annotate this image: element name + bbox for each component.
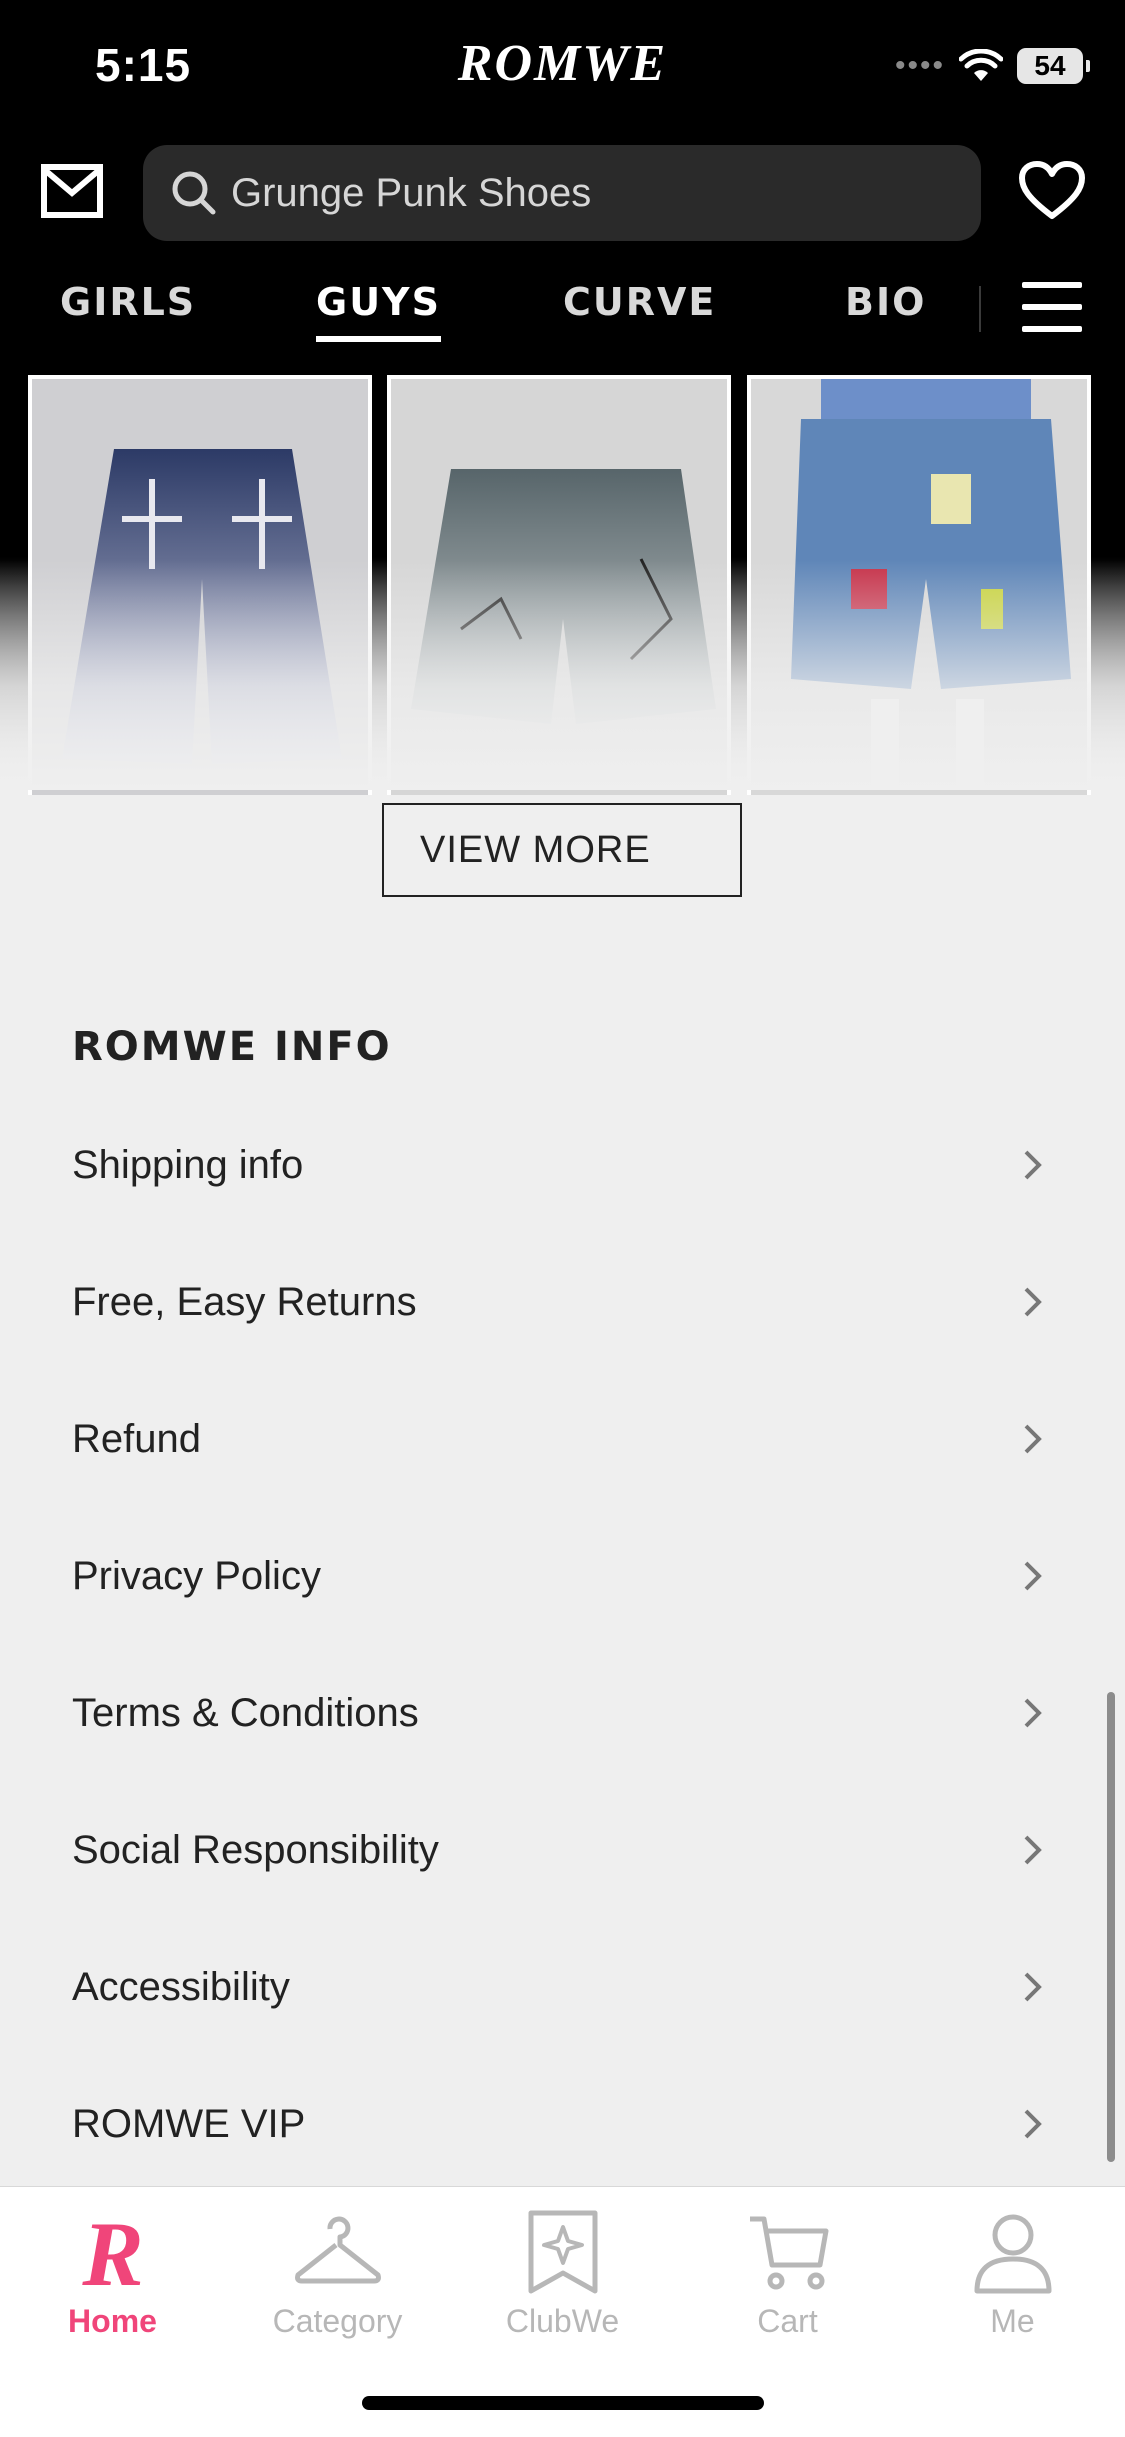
info-item-accessibility[interactable]: Accessibility (72, 1942, 1052, 2032)
nav-label: Category (272, 2303, 403, 2339)
nav-label: Me (990, 2303, 1035, 2339)
nav-home[interactable]: R Home (0, 2207, 225, 2340)
info-item-label: Refund (72, 1416, 201, 1461)
search-bar[interactable]: Grunge Punk Shoes (143, 145, 981, 241)
info-item-privacy[interactable]: Privacy Policy (72, 1531, 1052, 1621)
chevron-right-icon (1024, 1424, 1042, 1454)
info-item-terms[interactable]: Terms & Conditions (72, 1668, 1052, 1758)
info-item-label: Free, Easy Returns (72, 1279, 417, 1324)
info-item-social-responsibility[interactable]: Social Responsibility (72, 1805, 1052, 1895)
svg-text:R: R (81, 2207, 143, 2297)
product-fade-overlay (0, 560, 1125, 790)
nav-category[interactable]: Category (225, 2207, 450, 2340)
category-tabs: GIRLS GUYS CURVE BIO (0, 280, 1125, 342)
hanger-icon (294, 2216, 381, 2284)
mail-icon[interactable] (40, 163, 104, 219)
heart-icon[interactable] (1018, 160, 1086, 222)
info-item-label: ROMWE VIP (72, 2101, 306, 2146)
chevron-right-icon (1024, 1561, 1042, 1591)
nav-clubwe[interactable]: ClubWe (450, 2207, 675, 2340)
info-item-vip[interactable]: ROMWE VIP (72, 2079, 1052, 2169)
info-item-shipping[interactable]: Shipping info (72, 1120, 1052, 1210)
chevron-right-icon (1024, 1150, 1042, 1180)
info-item-label: Privacy Policy (72, 1553, 321, 1598)
status-indicators: •••• 54 (895, 46, 1091, 86)
info-section-title: ROMWE INFO (72, 1024, 392, 1070)
nav-cart[interactable]: Cart (675, 2207, 900, 2340)
info-item-refund[interactable]: Refund (72, 1394, 1052, 1484)
nav-me[interactable]: Me (900, 2207, 1125, 2340)
cart-icon (749, 2216, 828, 2290)
search-input-text[interactable]: Grunge Punk Shoes (231, 171, 591, 216)
person-icon (974, 2214, 1051, 2294)
tab-girls[interactable]: GIRLS (60, 280, 196, 324)
clubwe-icon (528, 2210, 597, 2294)
tab-bio[interactable]: BIO (845, 280, 926, 324)
nav-label: Home (68, 2303, 157, 2339)
search-icon (172, 171, 216, 215)
tab-divider (979, 286, 981, 332)
wifi-icon (959, 49, 1003, 81)
top-header: 5:15 ROMWE •••• 54 Grunge Punk Shoes GIR… (0, 0, 1125, 368)
scrollbar[interactable] (1107, 1692, 1115, 2162)
menu-icon[interactable] (1022, 282, 1082, 334)
signal-icon: •••• (894, 49, 945, 82)
chevron-right-icon (1024, 1972, 1042, 2002)
tab-curve[interactable]: CURVE (563, 280, 716, 324)
info-item-label: Terms & Conditions (72, 1690, 419, 1735)
chevron-right-icon (1024, 1698, 1042, 1728)
battery-icon: 54 (1017, 48, 1090, 84)
chevron-right-icon (1024, 1287, 1042, 1317)
info-item-label: Social Responsibility (72, 1827, 439, 1872)
nav-label: Cart (757, 2303, 818, 2339)
nav-label: ClubWe (505, 2303, 620, 2339)
tab-guys[interactable]: GUYS (316, 280, 441, 342)
info-item-label: Shipping info (72, 1142, 304, 1187)
view-more-button[interactable]: VIEW MORE (382, 803, 742, 897)
chevron-right-icon (1024, 1835, 1042, 1865)
info-item-returns[interactable]: Free, Easy Returns (72, 1257, 1052, 1347)
chevron-right-icon (1024, 2109, 1042, 2139)
romwe-r-icon: R (81, 2207, 143, 2297)
home-indicator[interactable] (362, 2396, 764, 2410)
info-item-label: Accessibility (72, 1964, 290, 2009)
